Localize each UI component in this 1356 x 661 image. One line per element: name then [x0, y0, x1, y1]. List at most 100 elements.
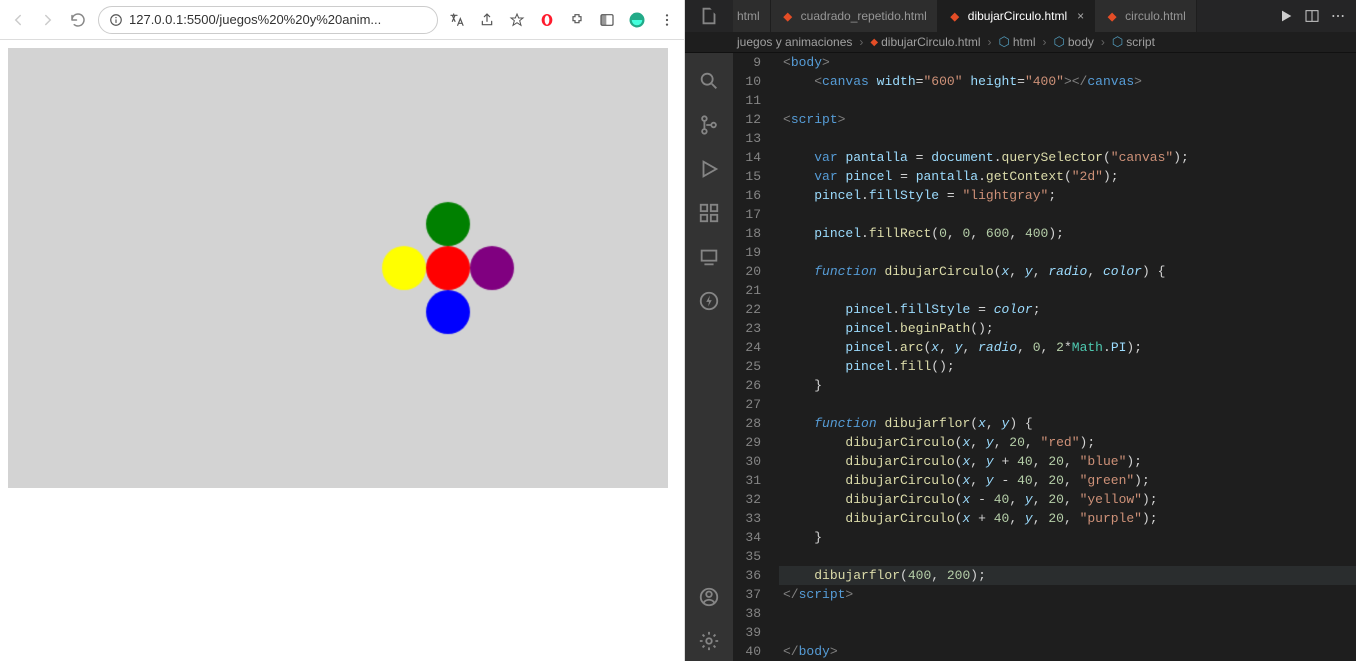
crumb-script[interactable]: ⬡script [1112, 34, 1155, 50]
line-number: 25 [733, 357, 761, 376]
line-number: 12 [733, 110, 761, 129]
line-number: 17 [733, 205, 761, 224]
crumb-label: dibujarCirculo.html [881, 35, 980, 49]
line-number: 27 [733, 395, 761, 414]
code-line[interactable] [779, 395, 1356, 414]
reload-button[interactable] [68, 10, 88, 30]
code-editor[interactable]: 9101112131415161718192021222324252627282… [733, 53, 1356, 661]
search-icon[interactable] [685, 61, 733, 101]
html-file-icon: ◆ [1105, 9, 1119, 23]
crumb-html[interactable]: ⬡html [998, 34, 1035, 50]
tab-dibujarCirculo[interactable]: ◆dibujarCirculo.html× [938, 0, 1095, 32]
crumb-separator [1098, 35, 1108, 49]
split-editor-icon[interactable] [1304, 8, 1320, 24]
settings-gear-icon[interactable] [685, 621, 733, 661]
vscode-window: html◆cuadrado_repetido.html◆dibujarCircu… [685, 0, 1356, 661]
line-number: 14 [733, 148, 761, 167]
symbol-icon: ⬡ [1054, 34, 1065, 50]
code-line[interactable]: dibujarCirculo(x, y, 20, "red"); [779, 433, 1356, 452]
code-line[interactable] [779, 623, 1356, 642]
code-line[interactable]: pincel.fill(); [779, 357, 1356, 376]
tab-circulo[interactable]: ◆circulo.html [1095, 0, 1197, 32]
url-bar[interactable]: 127.0.0.1:5500/juegos%20%20y%20anim... [98, 6, 438, 34]
site-info-icon[interactable] [109, 13, 123, 27]
code-line[interactable]: pincel.fillStyle = "lightgray"; [779, 186, 1356, 205]
tab-partial[interactable]: html [733, 0, 771, 32]
code-line[interactable]: dibujarCirculo(x - 40, y, 20, "yellow"); [779, 490, 1356, 509]
panel-icon[interactable] [598, 11, 616, 29]
code-line[interactable]: function dibujarflor(x, y) { [779, 414, 1356, 433]
code-line[interactable]: dibujarCirculo(x, y + 40, 20, "blue"); [779, 452, 1356, 471]
line-number: 18 [733, 224, 761, 243]
crumb-label: html [1013, 35, 1036, 49]
opera-icon[interactable] [538, 11, 556, 29]
code-line[interactable]: pincel.arc(x, y, radio, 0, 2*Math.PI); [779, 338, 1356, 357]
canvas-output [8, 48, 668, 488]
source-control-icon[interactable] [685, 105, 733, 145]
crumb-separator [1040, 35, 1050, 49]
code-line[interactable] [779, 129, 1356, 148]
code-line[interactable]: <canvas width="600" height="400"></canva… [779, 72, 1356, 91]
code-line[interactable]: </script> [779, 585, 1356, 604]
line-number: 16 [733, 186, 761, 205]
code-line[interactable]: pincel.beginPath(); [779, 319, 1356, 338]
code-line[interactable] [779, 91, 1356, 110]
line-number: 20 [733, 262, 761, 281]
back-button[interactable] [8, 10, 28, 30]
tab-cuadrado_repetido[interactable]: ◆cuadrado_repetido.html [771, 0, 938, 32]
profile-icon[interactable] [628, 11, 646, 29]
code-line[interactable]: } [779, 528, 1356, 547]
extensions-activity-icon[interactable] [685, 193, 733, 233]
extensions-icon[interactable] [568, 11, 586, 29]
code-line[interactable] [779, 205, 1356, 224]
code-line[interactable]: } [779, 376, 1356, 395]
accounts-icon[interactable] [685, 577, 733, 617]
line-number: 9 [733, 53, 761, 72]
code-line[interactable]: dibujarCirculo(x + 40, y, 20, "purple"); [779, 509, 1356, 528]
line-number: 13 [733, 129, 761, 148]
close-icon[interactable]: × [1077, 9, 1084, 23]
code-line[interactable]: pincel.fillStyle = color; [779, 300, 1356, 319]
line-number: 19 [733, 243, 761, 262]
code-line[interactable]: dibujarflor(400, 200); [779, 566, 1356, 585]
bookmark-star-icon[interactable] [508, 11, 526, 29]
run-debug-icon[interactable] [685, 149, 733, 189]
browser-toolbar-right [448, 11, 676, 29]
crumb-dibujarCirculo.html[interactable]: ◆dibujarCirculo.html [870, 35, 980, 49]
explorer-icon[interactable] [685, 0, 733, 32]
line-number: 34 [733, 528, 761, 547]
line-number: 37 [733, 585, 761, 604]
more-actions-icon[interactable] [1330, 8, 1346, 24]
code-line[interactable] [779, 281, 1356, 300]
kebab-menu-icon[interactable] [658, 11, 676, 29]
crumb-label: juegos y animaciones [737, 35, 852, 49]
line-number: 39 [733, 623, 761, 642]
code-area[interactable]: <body> <canvas width="600" height="400">… [779, 53, 1356, 661]
forward-button[interactable] [38, 10, 58, 30]
translate-icon[interactable] [448, 11, 466, 29]
share-icon[interactable] [478, 11, 496, 29]
liveserver-icon[interactable] [685, 237, 733, 277]
code-line[interactable]: <body> [779, 53, 1356, 72]
crumb-juegos y animaciones[interactable]: juegos y animaciones [737, 35, 852, 49]
crumb-separator [856, 35, 866, 49]
code-line[interactable]: <script> [779, 110, 1356, 129]
code-line[interactable] [779, 243, 1356, 262]
url-text: 127.0.0.1:5500/juegos%20%20y%20anim... [129, 12, 427, 27]
code-line[interactable]: function dibujarCirculo(x, y, radio, col… [779, 262, 1356, 281]
code-line[interactable] [779, 547, 1356, 566]
line-number: 23 [733, 319, 761, 338]
code-line[interactable]: var pantalla = document.querySelector("c… [779, 148, 1356, 167]
tab-label: cuadrado_repetido.html [801, 9, 927, 23]
line-number: 32 [733, 490, 761, 509]
code-line[interactable]: </body> [779, 642, 1356, 661]
code-line[interactable] [779, 604, 1356, 623]
tab-label: dibujarCirculo.html [968, 9, 1067, 23]
code-line[interactable]: dibujarCirculo(x, y - 40, 20, "green"); [779, 471, 1356, 490]
code-line[interactable]: pincel.fillRect(0, 0, 600, 400); [779, 224, 1356, 243]
breadcrumb[interactable]: juegos y animaciones ◆dibujarCirculo.html… [685, 32, 1356, 53]
crumb-body[interactable]: ⬡body [1054, 34, 1094, 50]
lightning-icon[interactable] [685, 281, 733, 321]
run-icon[interactable] [1278, 8, 1294, 24]
code-line[interactable]: var pincel = pantalla.getContext("2d"); [779, 167, 1356, 186]
